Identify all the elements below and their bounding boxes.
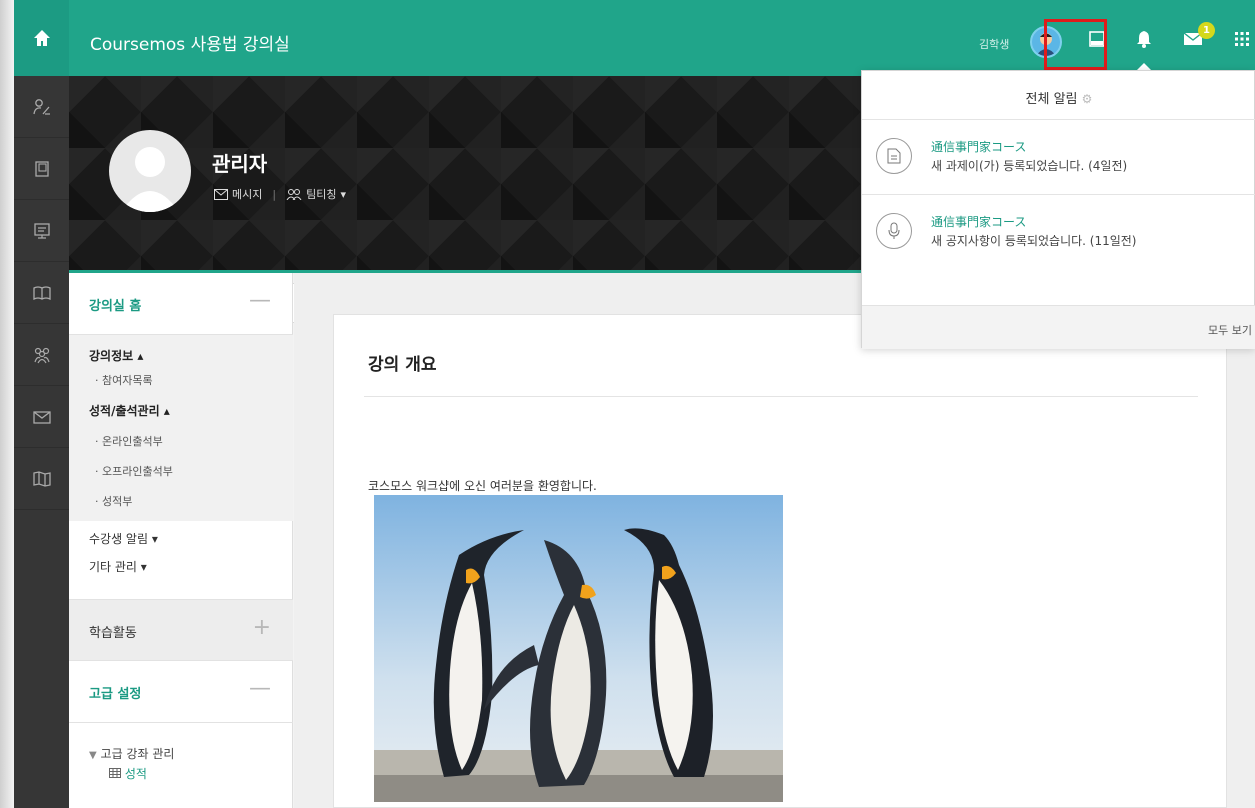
notification-message: 새 과제이(가) 등록되었습니다. (4일전) (931, 159, 1128, 173)
collapse-icon[interactable]: — (249, 288, 271, 313)
message-link[interactable]: 메시지 (232, 186, 262, 202)
envelope-icon (32, 410, 51, 424)
notifications-dropdown: 전체 알림 ⚙ 通信事門家コース 새 과제이(가) 등록되었습니다. (4일전)… (861, 70, 1255, 349)
team-icon (286, 189, 302, 200)
penguins-image (374, 495, 783, 802)
left-rail (14, 0, 69, 808)
team-teaching-dropdown[interactable]: 팀티칭 (306, 186, 336, 202)
triangle-down-icon: ▼ (89, 750, 97, 761)
sidebar-item-participants[interactable]: · 참여자목록 (95, 372, 153, 388)
home-button[interactable] (14, 0, 69, 76)
profile-actions: 메시지 | 팀티칭 ▾ (214, 186, 346, 202)
sidebar-item-online-attendance[interactable]: · 온라인출석부 (95, 433, 163, 449)
course-sidebar: 강의실 홈 — 강의정보 ▴ · 참여자목록 성적/출석관리 ▴ · 온라인출석… (69, 273, 293, 808)
default-avatar-graphic (121, 147, 179, 212)
document-icon (876, 138, 912, 174)
notifications-title: 전체 알림 (1025, 92, 1078, 107)
notification-item[interactable]: 通信事門家コース 새 과제이(가) 등록되었습니다. (4일전) (862, 119, 1255, 194)
course-home-header[interactable]: 강의실 홈 — (69, 273, 293, 335)
advanced-course-management[interactable]: ▼ 고급 강좌 관리 (89, 745, 174, 762)
microphone-icon (876, 213, 912, 249)
profile-name: 관리자 (212, 152, 268, 176)
rail-item-book[interactable] (14, 138, 69, 200)
rail-item-people[interactable] (14, 76, 69, 138)
group-icon (33, 347, 50, 363)
grades-link-label: 성적 (124, 767, 147, 781)
advanced-settings-header[interactable]: 고급 설정 — (69, 661, 293, 723)
apps-button[interactable] (1229, 26, 1255, 52)
course-nav: 강의정보 ▴ · 참여자목록 성적/출석관리 ▴ · 온라인출석부 · 오프라인… (69, 335, 293, 521)
notifications-footer: 모두 보기 (862, 305, 1255, 349)
rail-item-mail[interactable] (14, 386, 69, 448)
bell-highlight-box (1044, 19, 1107, 70)
notifications-header: 전체 알림 ⚙ (862, 88, 1255, 107)
caret-down-icon: ▾ (340, 187, 346, 201)
rail-item-presentation[interactable] (14, 200, 69, 262)
divider (364, 396, 1198, 397)
user-name[interactable]: 김학생 (979, 36, 1009, 52)
course-home-title[interactable]: 강의실 홈 (89, 295, 141, 314)
sidebar-item-grades-attendance[interactable]: 성적/출석관리 ▴ (89, 402, 170, 419)
notification-item[interactable]: 通信事門家コース 새 공지사항이 등록되었습니다. (11일전) (862, 194, 1255, 269)
collapse-icon[interactable]: — (249, 676, 271, 701)
app-window: Coursemos 사용법 강의실 김학생 1 관리자 메시지 | 팀티칭 ▾ … (0, 0, 1255, 808)
gear-icon[interactable]: ⚙ (1082, 92, 1093, 106)
notification-course[interactable]: 通信事門家コース (931, 138, 1026, 155)
activities-title[interactable]: 학습활동 (89, 622, 137, 641)
notification-message: 새 공지사항이 등록되었습니다. (11일전) (931, 234, 1137, 248)
presentation-icon (33, 222, 50, 239)
notification-course[interactable]: 通信事門家コース (931, 213, 1026, 230)
open-book-icon (32, 285, 51, 300)
sidebar-item-gradebook[interactable]: · 성적부 (95, 493, 132, 509)
sidebar-item-offline-attendance[interactable]: · 오프라인출석부 (95, 463, 173, 479)
plus-icon[interactable]: + (253, 615, 271, 640)
people-icon (32, 98, 50, 115)
activities-header[interactable]: 학습활동 + (69, 599, 293, 661)
sidebar-item-course-info[interactable]: 강의정보 ▴ (89, 347, 143, 364)
table-icon (109, 768, 121, 778)
view-all-link[interactable]: 모두 보기 (1208, 322, 1252, 338)
advanced-settings-title[interactable]: 고급 설정 (89, 683, 141, 702)
book-icon (34, 160, 49, 177)
advanced-course-management-label: 고급 강좌 관리 (100, 747, 175, 761)
rail-item-group[interactable] (14, 324, 69, 386)
bell-icon (1137, 31, 1151, 48)
sidebar-item-student-notice[interactable]: 수강생 알림 ▾ (89, 530, 158, 547)
envelope-icon (214, 188, 228, 200)
map-icon (32, 470, 51, 487)
welcome-text: 코스모스 워크샵에 오신 여러분을 환영합니다. (368, 479, 597, 493)
profile-avatar[interactable] (109, 130, 191, 212)
window-edge (0, 0, 14, 808)
course-overview-title: 강의 개요 (368, 355, 437, 375)
notifications-button[interactable] (1131, 26, 1157, 52)
grades-link[interactable]: 성적 (109, 765, 147, 782)
message-count-badge: 1 (1198, 22, 1215, 39)
separator: | (272, 187, 277, 201)
rail-item-map[interactable] (14, 448, 69, 510)
home-icon (33, 30, 50, 46)
app-title[interactable]: Coursemos 사용법 강의실 (90, 30, 290, 55)
apps-grid-icon (1235, 32, 1249, 46)
penguins-illustration (374, 495, 783, 802)
rail-item-open-book[interactable] (14, 262, 69, 324)
sidebar-item-other-management[interactable]: 기타 관리 ▾ (89, 558, 147, 575)
